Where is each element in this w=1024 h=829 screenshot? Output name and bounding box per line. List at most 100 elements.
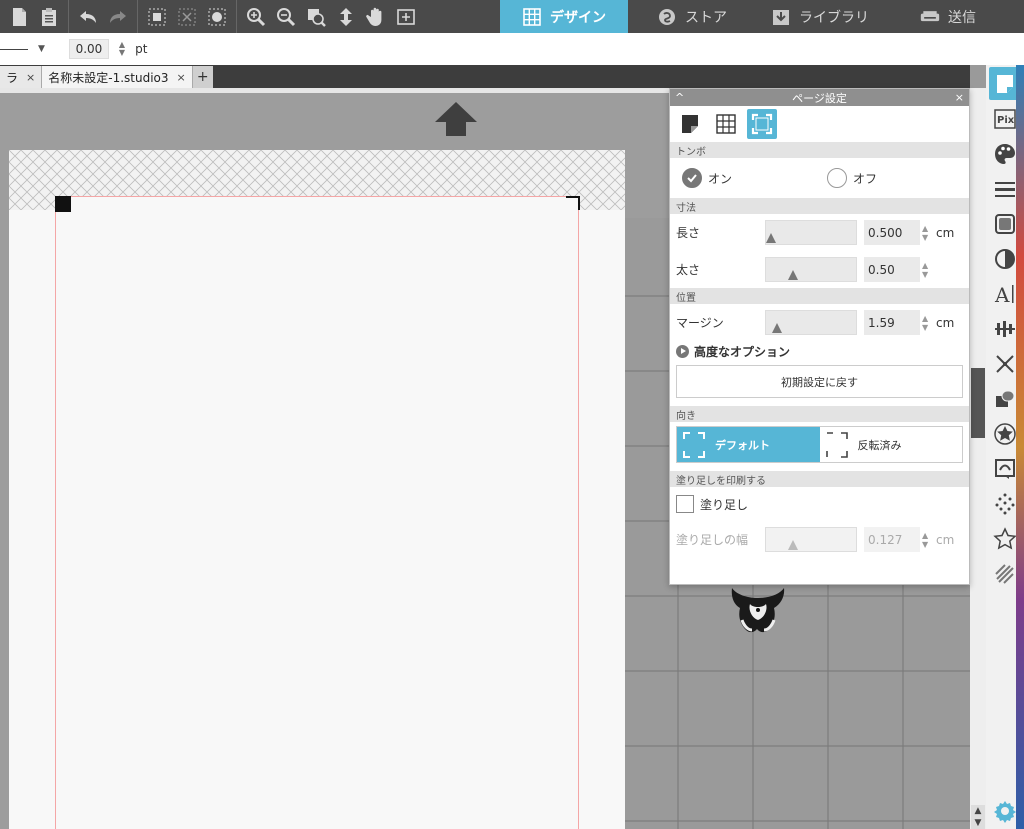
panel-header: ^ ページ設定 × xyxy=(670,89,969,106)
cutter-icon xyxy=(920,10,940,21)
feed-up-arrow-icon[interactable] xyxy=(433,100,479,138)
orientation-flipped-button[interactable]: 反転済み xyxy=(820,427,963,462)
svg-text:A: A xyxy=(994,283,1010,306)
length-slider[interactable] xyxy=(765,220,857,245)
collapse-icon[interactable]: ^ xyxy=(675,91,684,104)
vertical-scrollbar[interactable] xyxy=(970,88,986,829)
document-tabs: ラ × 名称未設定-1.studio3 × + xyxy=(0,65,970,88)
orientation-default-button[interactable]: デフォルト xyxy=(677,427,820,462)
select-all-icon[interactable] xyxy=(142,2,172,32)
length-stepper[interactable]: ▲ ▼ xyxy=(922,224,928,242)
line-style-sample[interactable] xyxy=(0,48,28,50)
selection-tools xyxy=(138,0,237,33)
pan-icon[interactable] xyxy=(361,2,391,32)
line-width-input[interactable]: 0.00 xyxy=(68,39,109,59)
reset-defaults-button[interactable]: 初期設定に戻す xyxy=(676,365,963,398)
advanced-options-toggle[interactable]: 高度なオプション xyxy=(670,341,969,361)
page-settings-panel: ^ ページ設定 × トンボ オン オフ 寸法 長さ 0.500 ▲ ▼ cm 太… xyxy=(669,88,970,585)
close-icon[interactable]: × xyxy=(177,71,186,84)
panel-title: ページ設定 xyxy=(792,91,847,105)
slider-thumb[interactable] xyxy=(766,233,776,243)
slider-thumb[interactable] xyxy=(772,323,782,333)
deselect-icon[interactable] xyxy=(172,2,202,32)
line-width-stepper[interactable]: ▲ ▼ xyxy=(119,41,125,57)
add-tab-button[interactable]: + xyxy=(192,66,213,88)
radio-crop-on[interactable]: オン xyxy=(682,168,827,188)
margin-stepper[interactable]: ▲ ▼ xyxy=(922,314,928,332)
bleed-width-input[interactable]: 0.127 xyxy=(864,527,920,552)
nav-tab-label: デザイン xyxy=(550,9,606,26)
bleed-width-slider[interactable] xyxy=(765,527,857,552)
slider-thumb[interactable] xyxy=(788,270,798,280)
thickness-stepper[interactable]: ▲ ▼ xyxy=(922,261,928,279)
scrollbar-thumb[interactable] xyxy=(971,368,985,438)
crop-marks-options: オン オフ xyxy=(670,158,969,198)
history-tools xyxy=(69,0,138,33)
nav-tab-store[interactable]: ストア xyxy=(628,0,756,33)
view-tools xyxy=(237,0,425,33)
fit-icon[interactable] xyxy=(331,2,361,32)
panel-tabs xyxy=(670,106,969,142)
scroll-up-arrow[interactable]: ▲ xyxy=(971,805,985,817)
nav-tab-label: ライブラリ xyxy=(799,9,869,26)
tab-page-setup[interactable] xyxy=(675,109,705,139)
doc-tab-current[interactable]: 名称未設定-1.studio3 × xyxy=(42,66,193,88)
play-icon xyxy=(676,344,689,358)
margin-slider[interactable] xyxy=(765,310,857,335)
bleed-checkbox[interactable] xyxy=(676,495,694,513)
bleed-width-stepper[interactable]: ▲ ▼ xyxy=(922,531,928,549)
nav-tab-send[interactable]: 送信 xyxy=(884,0,1012,33)
length-unit: cm xyxy=(936,225,955,240)
nav-tab-design[interactable]: デザイン xyxy=(500,0,628,33)
corners-icon xyxy=(683,431,705,458)
nav-tab-library[interactable]: ライブラリ xyxy=(756,0,884,33)
tab-grid[interactable] xyxy=(711,109,741,139)
margin-unit: cm xyxy=(936,315,955,330)
zoom-select-icon[interactable] xyxy=(301,2,331,32)
main-nav: デザイン ストア ライブラリ 送信 xyxy=(500,0,1012,33)
dog-image[interactable] xyxy=(728,586,788,634)
corners-flipped-icon xyxy=(825,431,848,458)
section-position: 位置 xyxy=(670,288,969,304)
advanced-options-label: 高度なオプション xyxy=(694,344,791,359)
orientation-options: デフォルト 反転済み xyxy=(676,426,963,463)
registration-marks-icon xyxy=(751,113,773,135)
scroll-down-arrow[interactable]: ▼ xyxy=(971,817,985,829)
undo-icon[interactable] xyxy=(73,2,103,32)
slider-thumb[interactable] xyxy=(788,540,798,550)
length-input[interactable]: 0.500 xyxy=(864,220,920,245)
thickness-input[interactable]: 0.50 xyxy=(864,257,920,282)
clipboard-icon[interactable] xyxy=(34,2,64,32)
new-page-icon[interactable] xyxy=(4,2,34,32)
radio-circle xyxy=(827,168,847,188)
close-icon[interactable]: × xyxy=(955,91,964,104)
tab-registration-marks[interactable] xyxy=(747,109,777,139)
desktop-edge xyxy=(1016,65,1024,829)
section-dimensions: 寸法 xyxy=(670,198,969,214)
svg-text:Pix: Pix xyxy=(997,115,1015,126)
margin-label: マージン xyxy=(676,316,724,330)
fill-icon[interactable] xyxy=(202,2,232,32)
orientation-default-label: デフォルト xyxy=(715,438,770,452)
library-icon xyxy=(773,9,789,25)
thickness-slider[interactable] xyxy=(765,257,857,282)
zoom-in-icon[interactable] xyxy=(241,2,271,32)
redo-icon[interactable] xyxy=(103,2,133,32)
add-page-icon[interactable] xyxy=(391,2,421,32)
doc-tab-label: ラ xyxy=(6,70,19,85)
margin-input[interactable]: 1.59 xyxy=(864,310,920,335)
doc-tab-previous[interactable]: ラ × xyxy=(0,66,43,88)
radio-crop-off[interactable]: オフ xyxy=(827,168,877,188)
page[interactable] xyxy=(9,150,625,829)
registration-mark-square xyxy=(55,196,71,212)
thickness-label: 太さ xyxy=(676,263,701,277)
close-icon[interactable]: × xyxy=(26,71,35,84)
zoom-out-icon[interactable] xyxy=(271,2,301,32)
chevron-down-icon[interactable]: ▼ xyxy=(38,44,45,54)
store-icon xyxy=(659,8,675,25)
thickness-row: 太さ 0.50 ▲ ▼ xyxy=(670,251,969,288)
registration-mark-corner xyxy=(566,196,580,210)
orientation-flipped-label: 反転済み xyxy=(857,438,902,452)
radio-label: オフ xyxy=(853,171,878,186)
file-tools xyxy=(0,0,69,33)
